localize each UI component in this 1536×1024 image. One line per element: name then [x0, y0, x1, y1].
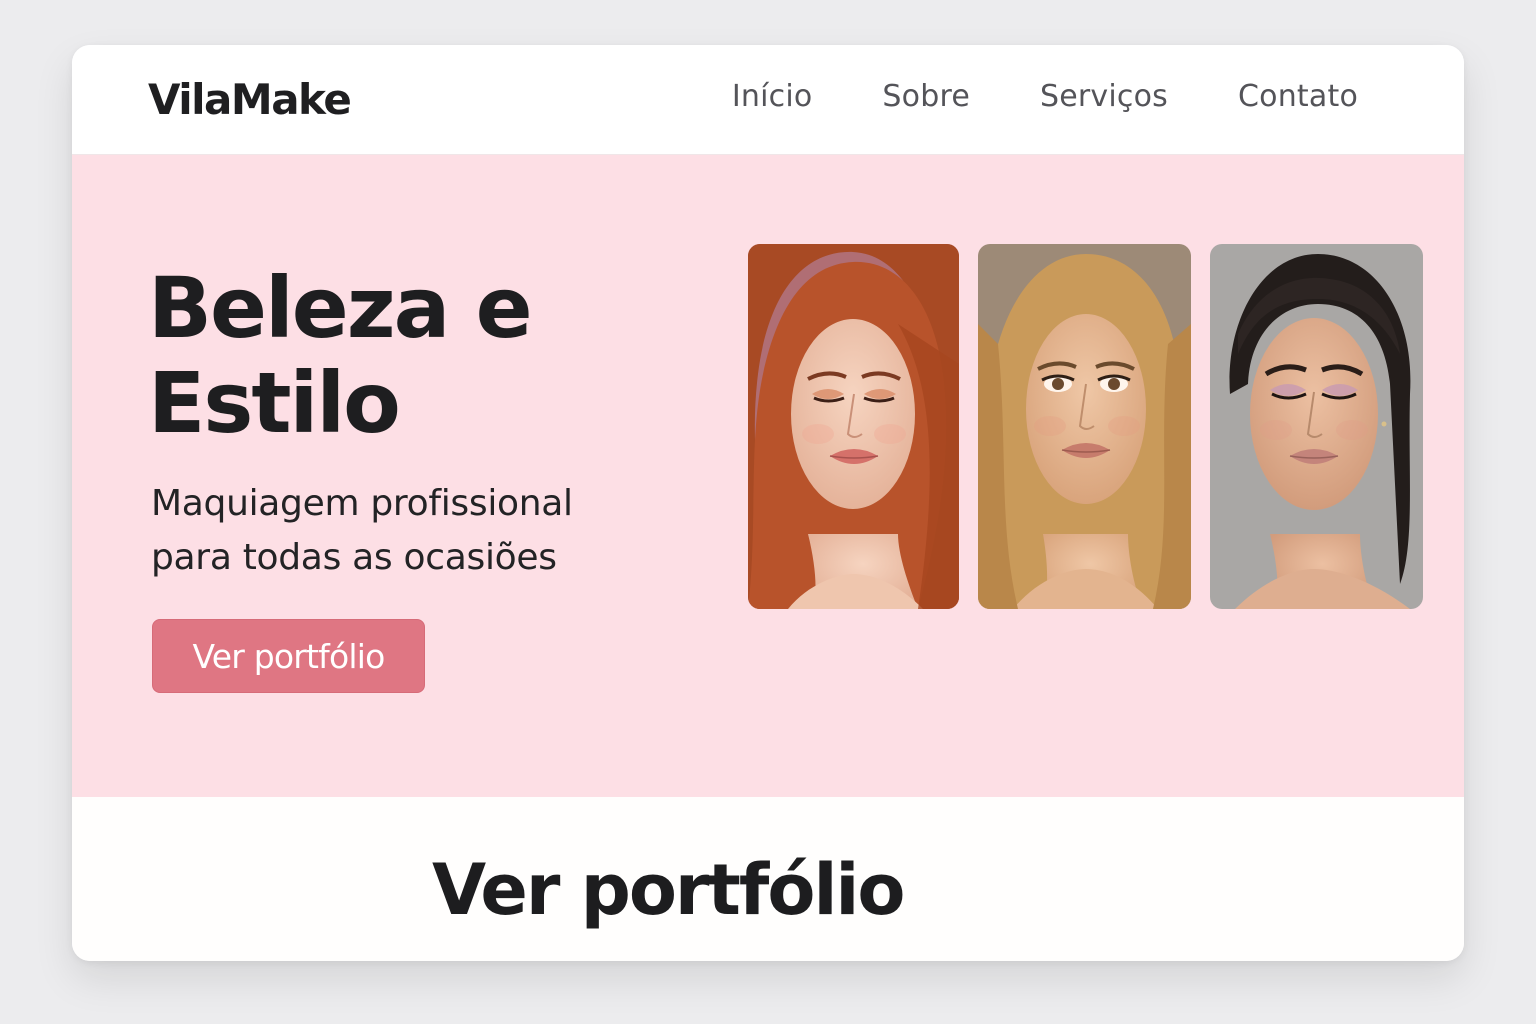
hero-section: Beleza e Estilo Maquiagem profissional p… [72, 155, 1464, 797]
portrait-photo-red-hair [748, 244, 959, 609]
view-portfolio-button[interactable]: Ver portfólio [152, 619, 425, 693]
hero-title: Beleza e Estilo [148, 261, 668, 451]
nav-item-contato[interactable]: Contato [1238, 79, 1358, 114]
site-logo[interactable]: VilaMake [148, 75, 352, 124]
browser-window: VilaMake Início Sobre Serviços Contato B… [72, 45, 1464, 961]
hero-subtitle-line-2: para todas as ocasiões [151, 537, 557, 578]
hero-subtitle-line-1: Maquiagem profissional [151, 483, 573, 524]
site-header: VilaMake Início Sobre Serviços Contato [72, 45, 1464, 155]
portrait-photo-blonde-hair [978, 244, 1191, 609]
hero-title-line-1: Beleza e [148, 259, 533, 357]
portfolio-title: Ver portfólio [432, 849, 906, 931]
nav-item-sobre[interactable]: Sobre [882, 79, 970, 114]
portfolio-section: Ver portfólio [72, 797, 1464, 961]
nav-item-servicos[interactable]: Serviços [1040, 79, 1168, 114]
main-nav: Início Sobre Serviços Contato [732, 79, 1358, 114]
hero-subtitle: Maquiagem profissional para todas as oca… [151, 477, 671, 585]
portrait-photo-dark-hair [1210, 244, 1423, 609]
nav-item-inicio[interactable]: Início [732, 79, 813, 114]
hero-title-line-2: Estilo [148, 354, 401, 452]
